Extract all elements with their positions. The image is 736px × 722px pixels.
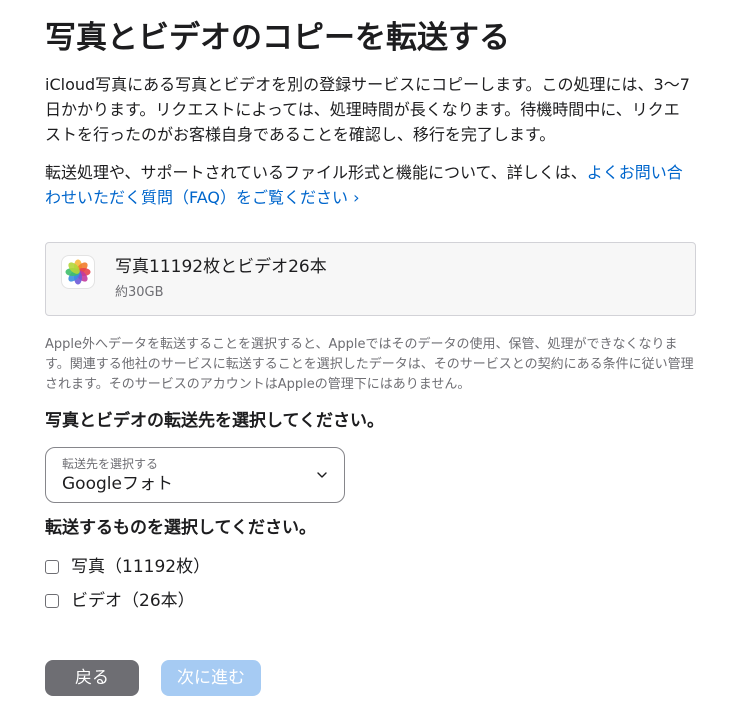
videos-option-label: ビデオ（26本） bbox=[71, 591, 195, 611]
disclaimer-text: Apple外へデータを転送することを選択すると、Appleではそのデータの使用、… bbox=[45, 337, 694, 392]
photos-option-label: 写真（11192枚） bbox=[71, 557, 211, 577]
photos-app-icon bbox=[61, 255, 95, 289]
content-choice-heading: 転送するものを選択してください。 bbox=[45, 518, 316, 538]
chevron-down-icon bbox=[317, 472, 327, 478]
library-summary-title: 写真11192枚とビデオ26本 bbox=[115, 257, 327, 277]
intro-text: iCloud写真にある写真とビデオを別の登録サービスにコピーします。この処理には… bbox=[45, 75, 690, 144]
support-text: 転送処理や、サポートされているファイル形式と機能について、詳しくは、 bbox=[45, 163, 587, 182]
library-size: 約30GB bbox=[115, 285, 164, 300]
destination-select-label: 転送先を選択する bbox=[62, 457, 159, 471]
destination-heading: 写真とビデオの転送先を選択してください。 bbox=[45, 411, 384, 431]
back-button[interactable]: 戻る bbox=[45, 660, 139, 696]
destination-select[interactable]: 転送先を選択する Googleフォト bbox=[45, 447, 345, 503]
videos-checkbox[interactable] bbox=[45, 594, 59, 608]
destination-select-value: Googleフォト bbox=[62, 474, 173, 494]
photos-checkbox[interactable] bbox=[45, 560, 59, 574]
library-summary-card: 写真11192枚とビデオ26本 約30GB bbox=[45, 242, 696, 316]
next-button[interactable]: 次に進む bbox=[161, 660, 261, 696]
support-paragraph: 転送処理や、サポートされているファイル形式と機能について、詳しくは、よくお問い合… bbox=[45, 160, 695, 210]
page-title: 写真とビデオのコピーを転送する bbox=[45, 20, 510, 56]
